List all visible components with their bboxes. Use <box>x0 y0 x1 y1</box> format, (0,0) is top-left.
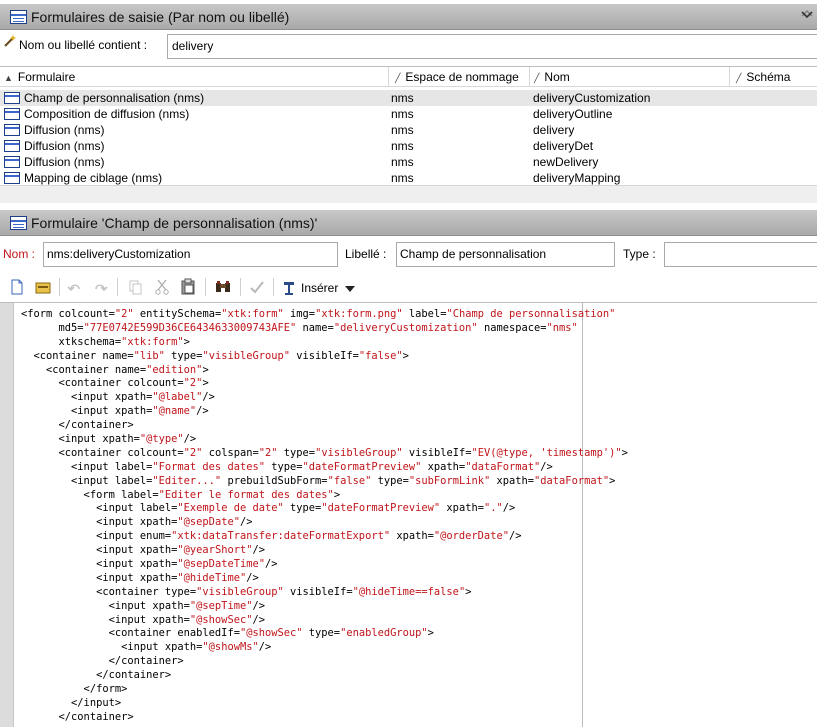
form-detail-title: Formulaire 'Champ de personnalisation (n… <box>31 214 318 231</box>
form-icon <box>4 140 20 152</box>
chevron-down-icon <box>345 281 356 295</box>
code-line: md5="77E0742E599D36CE6434633009743AFE" n… <box>21 321 578 334</box>
column-header-name[interactable]: ╱ Nom <box>530 67 730 87</box>
table-row[interactable]: Diffusion (nms) nms deliveryDet <box>0 138 817 154</box>
form-icon <box>4 172 20 184</box>
label-field[interactable]: Champ de personnalisation <box>396 242 615 267</box>
grid-header: ▲ Formulaire ╱ Espace de nommage ╱ Nom ╱ Sch… <box>0 67 817 87</box>
grid-footer <box>0 185 817 203</box>
code-line: </container> <box>21 710 134 723</box>
code-line: <form colcount="2" entitySchema="xtk:for… <box>21 308 616 320</box>
xml-source[interactable]: <form colcount="2" entitySchema="xtk:for… <box>21 308 628 725</box>
type-label: Type : <box>623 247 656 261</box>
table-row[interactable]: Mapping de ciblage (nms) nms deliveryMap… <box>0 170 817 186</box>
code-line: <container name="lib" type="visibleGroup… <box>21 349 409 362</box>
undo-icon[interactable] <box>66 278 84 296</box>
code-line: </input> <box>21 696 122 709</box>
table-row[interactable]: Diffusion (nms) nms delivery <box>0 122 817 138</box>
insert-label: Insérer <box>301 281 339 295</box>
copy-icon[interactable] <box>126 278 144 296</box>
type-field[interactable] <box>664 242 817 267</box>
toolbar-separator <box>240 278 241 296</box>
editor-gutter <box>0 303 14 727</box>
code-line: <input xpath="@sepDate"/> <box>21 516 253 529</box>
code-line: <input xpath="@yearShort"/> <box>21 544 265 557</box>
name-label: Nom : <box>3 247 36 261</box>
form-detail-titlebar: Formulaire 'Champ de personnalisation (n… <box>0 210 817 236</box>
form-detail-fields: Nom : nms:deliveryCustomization Libellé … <box>0 237 817 271</box>
code-line: <input xpath="@hideTime"/> <box>21 571 259 584</box>
redo-icon[interactable] <box>91 278 109 296</box>
close-icon[interactable] <box>801 9 813 21</box>
code-line: <container enabledIf="@showSec" type="en… <box>21 627 434 640</box>
insert-menu-button[interactable]: Insérer <box>281 279 356 297</box>
code-line: <input enum="xtk:dataTransfer:dateFormat… <box>21 530 522 543</box>
form-icon <box>4 92 20 104</box>
code-line: </container> <box>21 655 184 668</box>
code-line: </container> <box>21 669 172 682</box>
sort-ascending-icon: ▲ <box>4 73 13 83</box>
toolbar-separator <box>205 278 206 296</box>
form-list-icon <box>10 9 27 24</box>
code-line: </form> <box>21 683 128 696</box>
open-icon[interactable] <box>34 278 52 296</box>
code-line: <input label="Editer..." prebuildSubForm… <box>21 474 616 487</box>
column-header-form[interactable]: ▲ Formulaire <box>0 67 389 87</box>
toolbar-separator <box>59 278 60 296</box>
form-icon <box>4 124 20 136</box>
filter-label: Nom ou libellé contient : <box>19 38 148 52</box>
filter-wand-icon <box>3 34 17 48</box>
forms-list-title: Formulaires de saisie (Par nom ou libell… <box>31 8 290 25</box>
code-line: <input label="Exemple de date" type="dat… <box>21 502 516 515</box>
toolbar-separator <box>117 278 118 296</box>
code-line: <form label="Editer le format des dates"… <box>21 488 341 501</box>
name-field[interactable]: nms:deliveryCustomization <box>43 242 338 267</box>
new-icon[interactable] <box>8 278 26 296</box>
forms-grid: ▲ Formulaire ╱ Espace de nommage ╱ Nom ╱ Sch… <box>0 66 817 203</box>
code-line: xtkschema="xtk:form"> <box>21 335 190 348</box>
check-icon[interactable] <box>248 278 266 296</box>
code-line: </container> <box>21 419 134 432</box>
toolbar-separator <box>273 278 274 296</box>
filter-bar: Nom ou libellé contient : delivery <box>0 31 817 59</box>
code-line: <container colcount="2" colspan="2" type… <box>21 446 628 459</box>
table-row[interactable]: Champ de personnalisation (nms) nms deli… <box>0 90 817 106</box>
insert-icon <box>281 280 297 296</box>
form-icon <box>4 156 20 168</box>
sort-icon: ╱ <box>534 73 540 83</box>
forms-list-titlebar: Formulaires de saisie (Par nom ou libell… <box>0 4 817 30</box>
form-icon <box>10 215 27 230</box>
code-line: <input label="Format des dates" type="da… <box>21 460 553 473</box>
code-line: <container type="visibleGroup" visibleIf… <box>21 585 472 598</box>
code-line: <container colcount="2"> <box>21 377 209 390</box>
editor-toolbar: Insérer <box>0 274 817 300</box>
sort-icon: ╱ <box>736 73 742 83</box>
code-line: <input xpath="@showMs"/> <box>21 641 272 654</box>
code-line: <input xpath="@name"/> <box>21 405 209 418</box>
sort-icon: ╱ <box>395 73 401 83</box>
code-line: <input xpath="@type"/> <box>21 433 197 446</box>
code-line: <input xpath="@sepTime"/> <box>21 599 265 612</box>
cut-icon[interactable] <box>153 278 171 296</box>
table-row[interactable]: Composition de diffusion (nms) nms deliv… <box>0 106 817 122</box>
find-binoculars-icon[interactable] <box>214 278 232 296</box>
form-icon <box>4 108 20 120</box>
code-line: <input xpath="@showSec"/> <box>21 613 265 626</box>
column-header-schema[interactable]: ╱ Schéma <box>730 67 817 87</box>
filter-input[interactable]: delivery <box>167 34 817 59</box>
paste-icon[interactable] <box>179 278 197 296</box>
xml-editor[interactable]: <form colcount="2" entitySchema="xtk:for… <box>0 302 817 727</box>
code-line: <input xpath="@sepDateTime"/> <box>21 558 278 571</box>
label-label: Libellé : <box>345 247 387 261</box>
table-row[interactable]: Diffusion (nms) nms newDelivery <box>0 154 817 170</box>
code-line: <input xpath="@label"/> <box>21 391 215 404</box>
column-header-namespace[interactable]: ╱ Espace de nommage <box>389 67 530 87</box>
code-line: <container name="edition"> <box>21 363 209 376</box>
